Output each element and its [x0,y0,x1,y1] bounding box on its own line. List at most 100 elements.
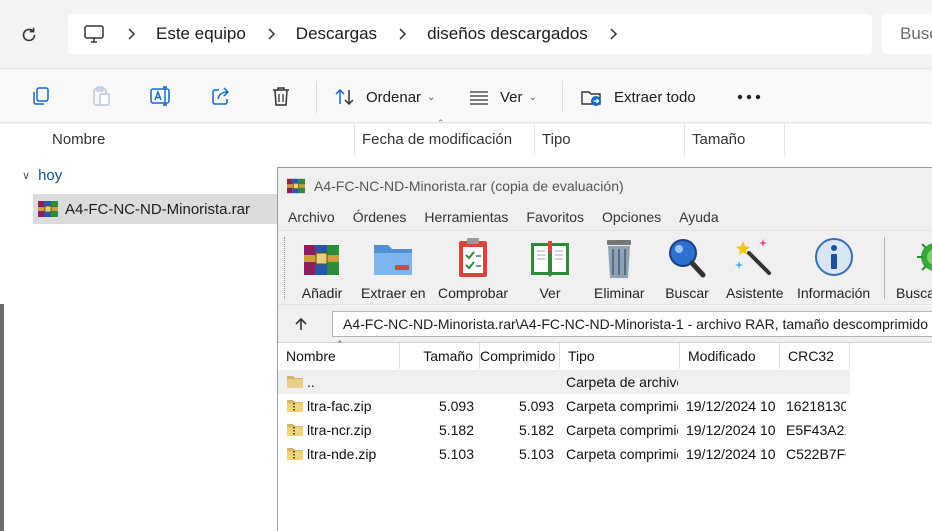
file-modified: 19/12/2024 10:15 [686,398,776,414]
arrow-up-icon [295,317,307,330]
column-header-modified[interactable]: Fecha de modificación [354,124,534,156]
file-crc: E5F43A21 [786,422,846,438]
chevron-down-icon: ⌄ [528,91,537,103]
file-size [400,370,474,394]
file-crc: C522B7F0 [786,446,846,462]
breadcrumb-item-disenos[interactable]: diseños descargados [413,14,602,54]
table-row[interactable]: ltra-nde.zip 5.103 5.103 Carpeta comprim… [278,442,850,466]
group-label: hoy [38,167,63,184]
menu-ayuda[interactable]: Ayuda [679,209,718,225]
file-type: Carpeta comprimida (zip) [566,398,678,414]
trash-icon [273,87,289,106]
winrar-title-bar[interactable]: A4-FC-NC-ND-Minorista.rar (copia de eval… [278,168,932,204]
refresh-button[interactable] [14,20,44,50]
sort-label: Ordenar [366,88,422,106]
monitor-icon [84,25,104,43]
virus-scan-button[interactable]: Buscar virus [896,235,932,303]
column-header-type[interactable]: Tipo [534,124,684,156]
magic-wand-icon [734,239,771,275]
path-bar: A4-FC-NC-ND-Minorista.rar\A4-FC-NC-ND-Mi… [278,304,932,342]
wizard-button[interactable]: Asistente [726,235,784,303]
menu-herramientas[interactable]: Herramientas [424,209,508,225]
window-title: A4-FC-NC-ND-Minorista.rar (copia de eval… [314,178,624,194]
table-row[interactable]: ltra-fac.zip 5.093 5.093 Carpeta comprim… [278,394,850,418]
extract-all-button[interactable]: Extraer todo [580,81,696,113]
divider [784,124,785,156]
view-icon [470,91,488,105]
archive-path-field[interactable]: A4-FC-NC-ND-Minorista.rar\A4-FC-NC-ND-Mi… [332,311,932,337]
more-options-button[interactable] [734,85,764,109]
column-header-name[interactable]: Nombre [44,124,354,156]
delete-button[interactable] [268,83,294,109]
sort-button[interactable]: Ordenar ⌄ [334,81,435,113]
group-header-today[interactable]: ∨ hoy [22,167,62,184]
file-type: Carpeta comprimida (zip) [566,422,678,438]
column-header-packed[interactable]: Comprimido [480,343,560,369]
column-header-crc[interactable]: CRC32 [780,343,850,369]
zip-folder-icon [287,424,303,436]
copy-button[interactable] [28,83,54,109]
rename-icon [150,86,170,106]
chevron-right-icon[interactable] [602,14,624,54]
winrar-window: A4-FC-NC-ND-Minorista.rar (copia de eval… [277,167,932,531]
file-type: Carpeta comprimida (zip) [566,446,678,462]
address-row: Este equipo Descargas diseños descargado… [0,0,932,68]
column-header-size[interactable]: Tamaño [684,124,784,156]
find-button[interactable]: Buscar [665,235,709,303]
view-file-button[interactable]: Ver [528,235,572,303]
chevron-right-icon[interactable] [391,14,413,54]
breadcrumb-item-descargas[interactable]: Descargas [282,14,391,54]
search-input[interactable]: Buscar [882,14,932,54]
file-crc: 16218130 [786,398,846,414]
wizard-label: Asistente [726,285,784,301]
chevron-down-icon: ∨ [22,170,31,182]
paste-button[interactable] [88,83,114,109]
zip-folder-icon [287,448,303,460]
menu-opciones[interactable]: Opciones [602,209,661,225]
file-packed: 5.182 [518,422,554,438]
extract-folder-icon [374,245,413,275]
file-modified: 19/12/2024 10:15 [686,446,776,462]
extract-all-label: Extraer todo [614,88,696,106]
paste-icon [93,86,110,106]
table-row[interactable]: ltra-ncr.zip 5.182 5.182 Carpeta comprim… [278,418,850,442]
virus-scan-label: Buscar virus [896,285,932,301]
extract-to-button[interactable]: Extraer en [361,235,426,303]
menu-ordenes[interactable]: Órdenes [353,209,407,225]
add-button[interactable]: Añadir [300,235,344,303]
chevron-right-icon[interactable] [120,14,142,54]
test-button[interactable]: Comprobar [438,235,508,303]
extract-folder-icon [581,91,601,106]
add-label: Añadir [301,285,343,301]
file-modified [686,370,776,394]
column-header-modified[interactable]: Modificado [680,343,780,369]
table-row[interactable]: .. Carpeta de archivos [278,370,850,394]
column-header-type[interactable]: Tipo [560,343,680,369]
chevron-down-icon: ⌄ [427,91,436,103]
menu-bar: Archivo Órdenes Herramientas Favoritos O… [278,204,932,230]
window-edge [0,304,4,531]
view-button[interactable]: Ver ⌄ [468,81,537,113]
up-one-level-button[interactable] [290,314,312,334]
clipboard-check-icon [459,238,488,277]
column-header-size[interactable]: Tamaño [400,343,480,369]
virus-scan-icon [916,243,932,271]
chevron-right-icon[interactable] [260,14,282,54]
this-pc-crumb[interactable] [68,14,120,54]
menu-archivo[interactable]: Archivo [288,209,335,225]
archive-path-text: A4-FC-NC-ND-Minorista.rar\A4-FC-NC-ND-Mi… [343,316,932,332]
breadcrumb[interactable]: Este equipo Descargas diseños descargado… [68,14,872,54]
copy-icon [33,87,49,105]
breadcrumb-item-este-equipo[interactable]: Este equipo [142,14,260,54]
info-button[interactable]: Información [797,235,870,303]
list-item[interactable]: A4-FC-NC-ND-Minorista.rar [33,194,281,224]
refresh-icon [22,27,36,42]
file-name: .. [307,374,315,390]
menu-favoritos[interactable]: Favoritos [526,209,584,225]
rename-button[interactable] [148,83,174,109]
file-type: Carpeta de archivos [566,374,678,390]
share-button[interactable] [208,83,234,109]
divider [562,81,563,113]
winrar-archive-icon [38,201,58,217]
delete-file-button[interactable]: Eliminar [594,235,645,303]
